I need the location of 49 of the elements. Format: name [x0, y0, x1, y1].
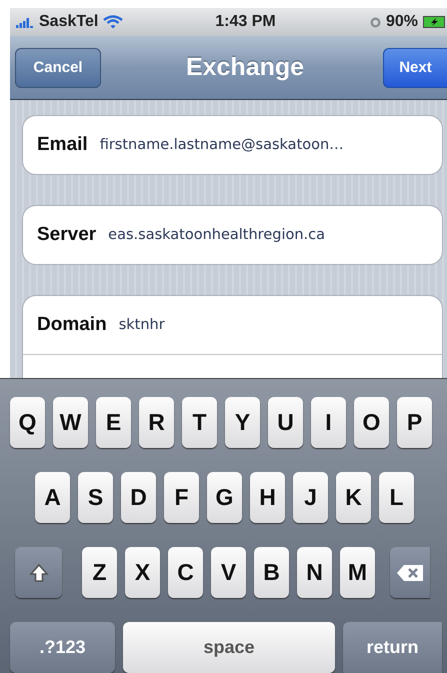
letter-key[interactable]: I — [311, 397, 346, 448]
letter-key[interactable]: D — [121, 472, 156, 523]
letter-key[interactable]: J — [293, 472, 328, 523]
space-key[interactable]: space — [123, 622, 335, 673]
letter-key[interactable]: P — [397, 397, 432, 448]
next-button[interactable]: Next — [382, 48, 447, 88]
input-field[interactable]: sktnhr — [118, 317, 165, 333]
letter-key[interactable]: T — [182, 397, 217, 448]
letter-key[interactable]: R — [139, 397, 174, 448]
letter-key[interactable]: G — [207, 472, 242, 523]
return-key[interactable]: return — [343, 622, 442, 673]
delete-key[interactable] — [390, 547, 430, 598]
letter-key[interactable]: H — [250, 472, 285, 523]
input-field[interactable]: firstname.lastname@saskatoon… — [100, 137, 344, 153]
clock-time: 1:43 PM — [215, 13, 276, 31]
letter-key[interactable]: L — [379, 472, 414, 523]
backspace-icon — [396, 564, 424, 582]
shift-key[interactable] — [15, 547, 62, 598]
letter-key[interactable]: Y — [225, 397, 260, 448]
field-label: Server — [37, 224, 96, 246]
numbers-key[interactable]: .?123 — [10, 622, 115, 673]
wifi-icon — [103, 15, 124, 29]
letter-key[interactable]: V — [211, 547, 246, 598]
letter-key[interactable]: S — [78, 472, 113, 523]
letter-key[interactable]: B — [254, 547, 289, 598]
field-label: Email — [37, 134, 88, 156]
input-field[interactable]: eas.saskatoonhealthregion.ca — [108, 227, 326, 243]
letter-key[interactable]: U — [268, 397, 303, 448]
signal-icon — [16, 16, 34, 28]
alarm-icon — [370, 16, 381, 28]
shift-arrow-icon — [28, 562, 48, 582]
field-label: Domain — [37, 314, 107, 336]
cancel-button[interactable]: Cancel — [15, 48, 101, 88]
letter-key[interactable]: K — [336, 472, 371, 523]
letter-key[interactable]: Q — [10, 397, 45, 448]
battery-icon — [423, 16, 445, 28]
carrier-name: SaskTel — [39, 13, 98, 31]
letter-key[interactable]: W — [53, 397, 88, 448]
screen-title: Exchange — [186, 53, 304, 82]
letter-key[interactable]: O — [354, 397, 389, 448]
letter-key[interactable]: A — [35, 472, 70, 523]
letter-key[interactable]: F — [164, 472, 199, 523]
letter-key[interactable]: Z — [82, 547, 117, 598]
letter-key[interactable]: X — [125, 547, 160, 598]
letter-key[interactable]: N — [297, 547, 332, 598]
letter-key[interactable]: C — [168, 547, 203, 598]
battery-percent: 90% — [386, 13, 418, 31]
letter-key[interactable]: E — [96, 397, 131, 448]
letter-key[interactable]: M — [340, 547, 375, 598]
